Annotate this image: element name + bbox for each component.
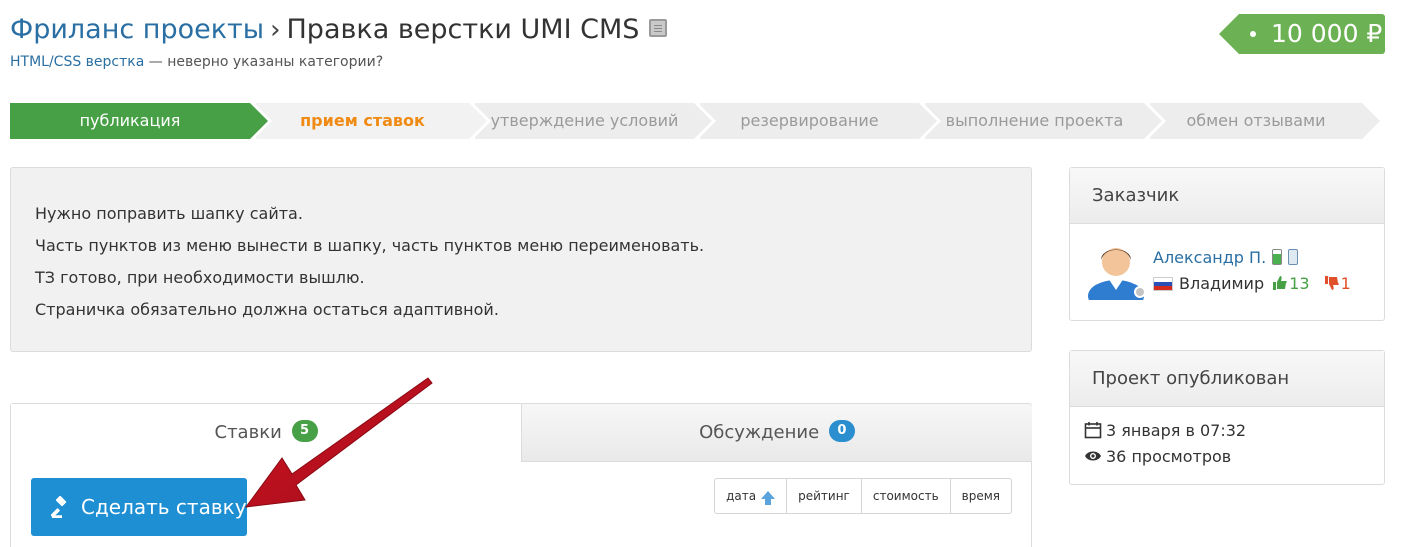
stage-terms-approval: утверждение условий <box>475 103 716 139</box>
thumb-down-icon <box>1324 275 1339 290</box>
stage-reservation: резервирование <box>700 103 941 139</box>
customer-location: Владимир 13 1 <box>1153 274 1351 293</box>
tab-bids-label: Ставки <box>214 422 282 443</box>
tab-discussion[interactable]: Обсуждение 0 <box>521 404 1032 462</box>
offline-status-dot <box>1134 286 1146 298</box>
customer-panel: Заказчик Александр П. Владимир 13 1 <box>1069 167 1385 321</box>
sort-ascending-icon <box>761 490 776 505</box>
views-row: 36 просмотров <box>1084 447 1231 466</box>
category-note[interactable]: — неверно указаны категории? <box>144 54 383 70</box>
make-bid-label: Сделать ставку <box>81 495 247 519</box>
thumb-up-icon <box>1273 275 1287 290</box>
stage-label: резервирование <box>740 111 879 130</box>
breadcrumb-freelance-projects[interactable]: Фриланс проекты <box>10 14 264 45</box>
description-line: Нужно поправить шапку сайта. <box>35 204 303 223</box>
stage-bidding: прием ставок <box>256 103 491 139</box>
stage-label: публикация <box>79 111 181 130</box>
customer-city: Владимир <box>1179 274 1265 293</box>
description-line: Страничка обязательно должна остаться ад… <box>35 300 499 319</box>
stage-label: выполнение проекта <box>945 111 1124 130</box>
gavel-icon <box>51 496 67 518</box>
eye-icon <box>1085 451 1101 460</box>
customer-name-link[interactable]: Александр П. <box>1153 248 1266 267</box>
tab-discussion-label: Обсуждение <box>699 422 820 443</box>
published-heading: Проект опубликован <box>1070 351 1384 407</box>
category-link[interactable]: HTML/CSS верстка <box>10 54 144 70</box>
stage-publication: публикация <box>10 103 272 139</box>
description-line: ТЗ готово, при необходимости вышлю. <box>35 268 365 287</box>
sort-by-cost[interactable]: стоимость <box>862 479 951 513</box>
published-date-row: 3 января в 07:32 <box>1084 421 1246 441</box>
price-value: 10 000 ₽ <box>1271 19 1383 48</box>
project-title: Правка верстки UMI CMS <box>286 14 640 45</box>
project-stages: публикация прием ставок утверждение усло… <box>10 103 1380 139</box>
breadcrumb-separator: › <box>270 15 281 45</box>
bids-count-badge: 5 <box>291 420 318 442</box>
project-description: Нужно поправить шапку сайта. Часть пункт… <box>10 167 1032 352</box>
customer-name: Александр П. <box>1153 248 1299 267</box>
make-bid-button[interactable]: Сделать ставку <box>31 478 247 536</box>
stage-feedback: обмен отзывами <box>1150 103 1380 139</box>
tab-bids[interactable]: Ставки 5 <box>11 404 521 462</box>
sort-by-rating[interactable]: рейтинг <box>787 479 862 513</box>
description-line: Часть пунктов из меню вынести в шапку, ч… <box>35 236 705 255</box>
battery-icon <box>1272 248 1283 265</box>
views-count: 36 просмотров <box>1106 447 1232 466</box>
russia-flag-icon <box>1153 276 1173 291</box>
sort-by-date[interactable]: дата <box>715 479 788 513</box>
sort-by-time[interactable]: время <box>951 479 1011 513</box>
stage-execution: выполнение проекта <box>925 103 1166 139</box>
stage-label: утверждение условий <box>490 111 679 130</box>
published-date: 3 января в 07:32 <box>1106 421 1247 440</box>
discussion-count-badge: 0 <box>828 420 855 442</box>
phone-icon <box>1288 248 1299 265</box>
published-panel: Проект опубликован 3 января в 07:32 36 п… <box>1069 350 1385 485</box>
bids-sort-toolbar: дата рейтинг стоимость время <box>714 478 1012 514</box>
stage-label: прием ставок <box>300 111 425 130</box>
page-title: Фриланс проекты › Правка верстки UMI CMS <box>10 12 668 48</box>
sort-date-label: дата <box>726 489 757 503</box>
bids-panel: Ставки 5 Обсуждение 0 Сделать ставку дат… <box>10 403 1032 547</box>
project-category: HTML/CSS верстка — неверно указаны катег… <box>10 54 383 70</box>
positive-reviews-count[interactable]: 13 <box>1289 274 1309 293</box>
calendar-icon <box>1084 421 1102 438</box>
customer-heading: Заказчик <box>1070 168 1384 224</box>
price-badge: 10 000 ₽ <box>1219 14 1385 54</box>
note-icon[interactable] <box>649 18 668 37</box>
stage-label: обмен отзывами <box>1186 111 1326 130</box>
negative-reviews-count[interactable]: 1 <box>1341 274 1351 293</box>
